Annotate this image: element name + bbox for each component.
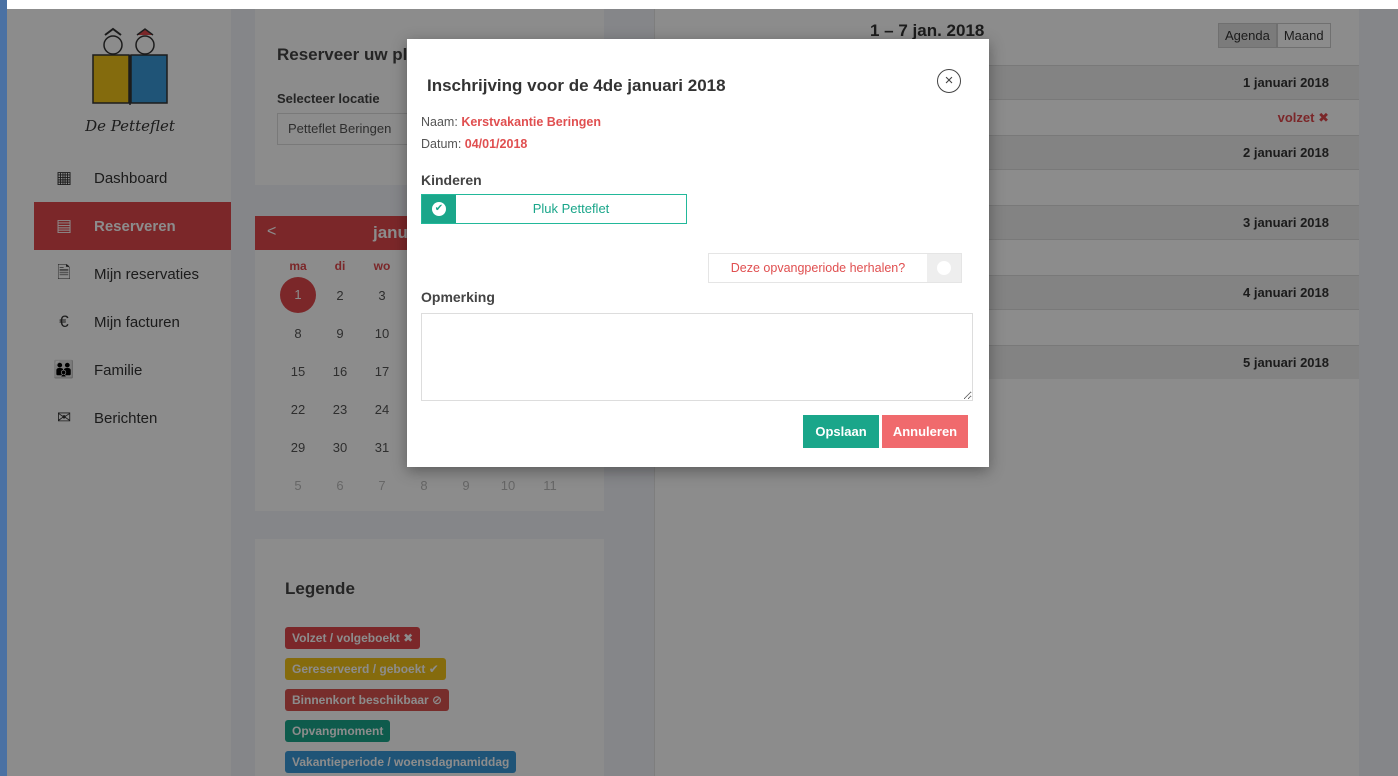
registration-modal: Inschrijving voor de 4de januari 2018 × … [407, 39, 989, 467]
frame-top [0, 0, 1398, 9]
naam-value: Kerstvakantie Beringen [461, 115, 601, 129]
opmerking-label: Opmerking [421, 289, 495, 305]
modal-title: Inschrijving voor de 4de januari 2018 [427, 76, 726, 95]
naam-line: Naam: Kerstvakantie Beringen [421, 115, 601, 129]
naam-label: Naam: [421, 115, 458, 129]
repeat-label: Deze opvangperiode herhalen? [730, 261, 906, 275]
datum-line: Datum: 04/01/2018 [421, 137, 527, 151]
child-name: Pluk Petteflet [532, 201, 610, 216]
datum-value: 04/01/2018 [464, 137, 528, 151]
repeat-toggle[interactable]: Deze opvangperiode herhalen? [708, 253, 962, 283]
save-button[interactable]: Opslaan [803, 415, 879, 448]
datum-label: Datum: [421, 137, 462, 151]
kinderen-label: Kinderen [421, 172, 482, 188]
frame-left [0, 0, 7, 776]
page: De Petteflet ▦ Dashboard ▤ Reserveren 🗎 … [0, 0, 1398, 776]
cancel-button[interactable]: Annuleren [882, 415, 968, 448]
opmerking-textarea[interactable] [421, 313, 973, 401]
toggle-switch[interactable] [927, 254, 961, 282]
check-icon: ✔ [422, 195, 456, 223]
close-icon[interactable]: × [937, 69, 961, 93]
child-toggle[interactable]: ✔ Pluk Petteflet [421, 194, 687, 224]
